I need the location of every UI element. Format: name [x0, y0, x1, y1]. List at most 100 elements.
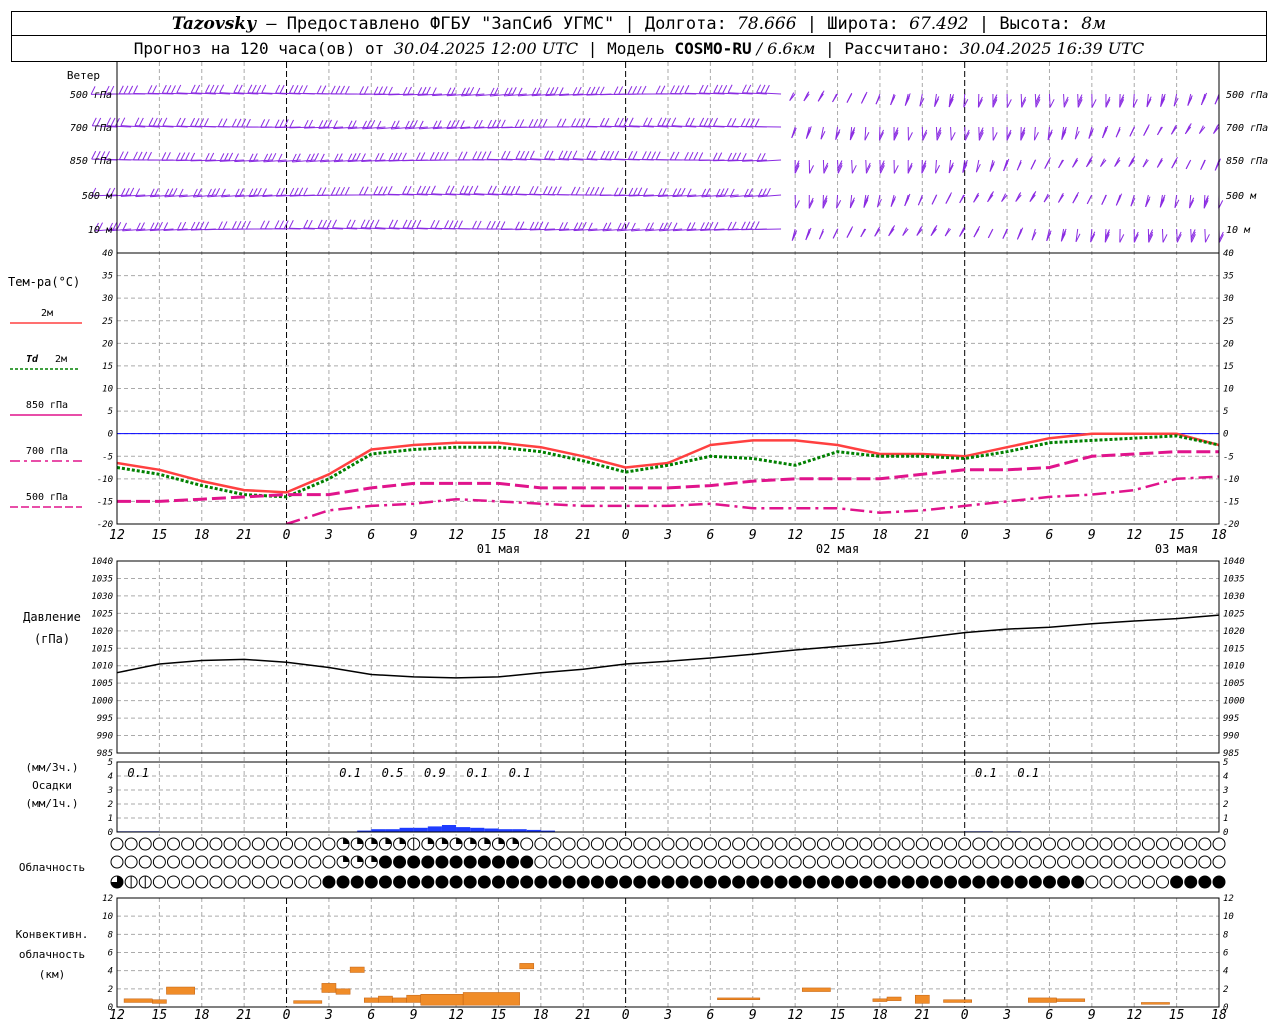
cloud-cover-symbol: [675, 855, 689, 869]
wind-barb-feather: [614, 117, 620, 127]
cloud-scattered: [484, 838, 491, 844]
wind-barbs: [90, 84, 1224, 243]
cloud-cover-symbol: [167, 875, 181, 889]
temp-hour-label: 6: [706, 528, 714, 543]
cloud-cover-symbol: [576, 855, 590, 869]
cloud-cover-symbol: [929, 875, 943, 889]
y-tick-label-left: 1025: [91, 609, 113, 619]
cloud-outline: [195, 855, 209, 869]
cloud-cover-symbol: [915, 855, 929, 869]
wind-barb-feather: [481, 151, 487, 160]
wind-barb-feather: [609, 151, 615, 160]
wind-barb-feather: [123, 85, 129, 95]
wind-barb-feather: [657, 117, 663, 126]
wind-barb-feather: [445, 185, 451, 194]
wind-barb-feather: [180, 117, 186, 127]
wind-barb-feather: [469, 86, 475, 96]
cloud-cover-symbol: [915, 875, 929, 889]
cloud-cover-symbol: [873, 855, 887, 869]
wind-barb: [1047, 126, 1053, 141]
wind-level-label-right: 850 гПа: [1226, 156, 1268, 167]
cloud-outline: [746, 855, 760, 869]
cloud-cover-symbol: [576, 875, 590, 889]
wind-barb: [1184, 123, 1192, 135]
cloud-cover-symbol: [1198, 875, 1212, 889]
cloud-outline: [986, 837, 1000, 851]
precip-3h-label: 0.1: [127, 766, 149, 780]
precip-3h-label: 0.5: [382, 766, 404, 780]
wind-barb: [865, 159, 871, 174]
cloud-cover-symbol: [534, 855, 548, 869]
bottom-hour-label: 15: [830, 1008, 846, 1023]
cloud-cover-symbol: [1071, 855, 1085, 869]
y-tick-label-left: 1000: [91, 697, 113, 707]
cloud-cover-symbol: [449, 855, 463, 869]
wind-barb: [1119, 228, 1125, 243]
wind-barb: [935, 126, 942, 141]
cloud-cover-symbol: [802, 837, 816, 851]
wind-barb-feather: [439, 151, 444, 161]
wind-level-label-right: 10 м: [1226, 225, 1251, 236]
cloud-outline: [845, 837, 859, 851]
cloud-cover-symbol: [1042, 837, 1056, 851]
cloud-full: [972, 875, 986, 889]
precip-bar: [484, 828, 499, 832]
wind-barb-feather: [327, 119, 332, 129]
wind-barb-feather: [184, 152, 190, 161]
cloud-outline: [534, 837, 548, 851]
conv-cloud-bar: [801, 987, 831, 992]
wind-barb: [542, 186, 570, 196]
precip-3h-label: 0.9: [424, 766, 446, 780]
wind-barb: [585, 186, 612, 196]
cloud-cover-symbol: [378, 837, 392, 851]
day-label: 01 мая: [477, 542, 520, 556]
y-tick-label-right: 2: [1223, 800, 1228, 810]
cloud-outline: [1155, 875, 1169, 889]
legend-td-symbol: Td: [26, 354, 39, 365]
wind-barb-feather: [932, 194, 938, 203]
cloud-cover-symbol: [491, 875, 505, 889]
wind-barb: [822, 194, 828, 209]
y-tick-label-left: 4: [108, 967, 113, 977]
wind-barb: [832, 93, 838, 103]
y-tick-label-right: 3: [1222, 786, 1228, 796]
y-tick-label-right: 10: [1223, 385, 1234, 395]
y-tick-label-left: 4: [108, 772, 113, 782]
wind-barb-feather: [809, 165, 815, 174]
cloud-cover-symbol: [1170, 855, 1184, 869]
cloud-cover-symbol: [929, 855, 943, 869]
bottom-hour-label: 15: [491, 1008, 507, 1023]
wind-barb-feather: [741, 84, 747, 93]
cloud-outline: [1042, 855, 1056, 869]
cloud-cover-symbol: [831, 855, 845, 869]
bottom-hour-label: 15: [152, 1008, 168, 1023]
wind-barb-feather: [453, 220, 459, 229]
wind-barb-feather: [236, 220, 242, 230]
wind-barb: [1160, 93, 1166, 107]
cloud-full: [774, 875, 788, 889]
wind-barb: [973, 192, 980, 203]
cloud-cover-symbol: [1000, 837, 1014, 851]
wind-barb-feather: [627, 86, 633, 95]
y-tick-label-right: 4: [1223, 967, 1228, 977]
wind-barb-feather: [388, 219, 394, 228]
cloud-cover-symbol: [421, 837, 435, 851]
wind-barb-feather: [1031, 159, 1037, 168]
conv-cloud-bar: [1141, 1002, 1170, 1005]
wind-barb-feather: [595, 86, 600, 95]
wind-barb-feather: [222, 118, 228, 127]
y-tick-label-left: 0: [108, 1003, 113, 1013]
wind-barb-feather: [346, 219, 352, 228]
wind-level-label-right: 500 м: [1226, 191, 1257, 202]
wind-barb: [1075, 228, 1081, 243]
wind-barb-feather: [505, 185, 511, 195]
cloud-cover-symbol: [732, 837, 746, 851]
wind-barb: [571, 118, 598, 128]
cloud-full: [675, 875, 689, 889]
y-tick-label-right: 40: [1223, 249, 1234, 259]
cloud-outline: [1184, 837, 1198, 851]
cloud-outline: [873, 855, 887, 869]
wind-barb-feather: [486, 151, 492, 160]
wind-barb: [756, 84, 782, 95]
wind-barb: [1101, 194, 1107, 205]
